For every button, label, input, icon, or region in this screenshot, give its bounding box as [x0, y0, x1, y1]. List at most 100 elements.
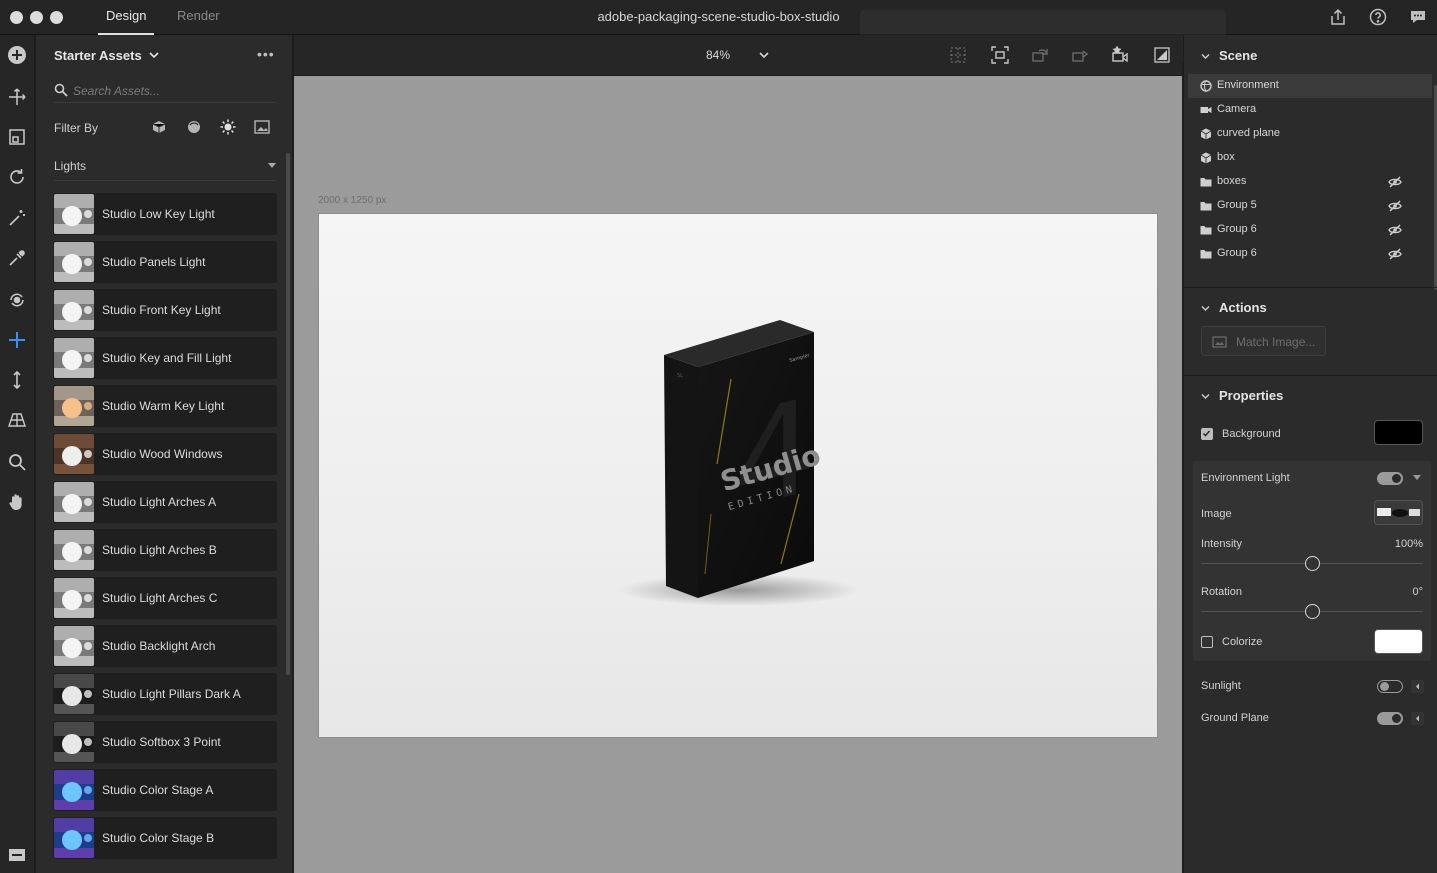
- asset-item[interactable]: Studio Light Arches C: [53, 577, 277, 619]
- assets-library-dropdown[interactable]: Starter Assets: [54, 48, 159, 63]
- image-icon: [1212, 336, 1227, 348]
- asset-item[interactable]: Studio Panels Light: [53, 241, 277, 283]
- visibility-hidden-icon[interactable]: [1388, 248, 1402, 260]
- asset-item[interactable]: Studio Color Stage B: [53, 817, 277, 859]
- asset-label: Studio Wood Windows: [102, 447, 223, 461]
- redo-camera-icon[interactable]: [1071, 46, 1089, 64]
- more-options-button[interactable]: •••: [257, 46, 275, 62]
- hand-icon[interactable]: [6, 491, 28, 513]
- asset-list: Studio Low Key Light Studio Panels Light S…: [53, 193, 277, 873]
- frame-icon[interactable]: [6, 126, 28, 148]
- match-image-button[interactable]: Match Image...: [1201, 326, 1326, 356]
- asset-thumbnail: [54, 770, 94, 810]
- asset-thumbnail: [54, 578, 94, 618]
- visibility-hidden-icon[interactable]: [1388, 176, 1402, 188]
- search-icon: [54, 83, 68, 97]
- share-icon[interactable]: [1329, 8, 1347, 26]
- asset-item[interactable]: Studio Warm Key Light: [53, 385, 277, 427]
- ground-plane-toggle[interactable]: [1377, 712, 1403, 725]
- visibility-hidden-icon[interactable]: [1388, 200, 1402, 212]
- undo-camera-icon[interactable]: [1031, 46, 1049, 64]
- models-filter-icon[interactable]: [151, 119, 167, 135]
- background-color-swatch[interactable]: [1374, 420, 1423, 445]
- asset-item[interactable]: Studio Softbox 3 Point: [53, 721, 277, 763]
- asset-thumbnail: [54, 338, 94, 378]
- crosshair-move-icon[interactable]: [6, 329, 28, 351]
- search-input[interactable]: [73, 82, 273, 100]
- rotate-icon[interactable]: [6, 166, 28, 188]
- assets-scrollbar[interactable]: [286, 153, 290, 675]
- asset-thumbnail: [54, 722, 94, 762]
- zoom-dropdown[interactable]: 84%: [692, 43, 786, 67]
- ground-plane-expand-button[interactable]: [1411, 712, 1424, 725]
- artboard[interactable]: 4 Studio EDITION Sampler SL: [318, 213, 1158, 738]
- scene-layer-row[interactable]: Environment: [1188, 74, 1432, 98]
- perspective-icon[interactable]: [6, 409, 28, 431]
- asset-item[interactable]: Studio Wood Windows: [53, 433, 277, 475]
- zoom-icon[interactable]: [6, 451, 28, 473]
- orbit-icon[interactable]: [6, 289, 28, 311]
- environment-light-label: Environment Light: [1201, 472, 1290, 484]
- zoom-value: 84%: [706, 48, 731, 62]
- box-model[interactable]: 4 Studio EDITION Sampler SL: [319, 214, 1158, 738]
- asset-thumbnail: [54, 674, 94, 714]
- model-icon: [1200, 128, 1212, 140]
- scene-layer-row[interactable]: Camera: [1188, 98, 1432, 122]
- scene-layer-label: curved plane: [1217, 127, 1280, 139]
- help-icon[interactable]: [1369, 8, 1387, 26]
- asset-label: Studio Light Arches C: [102, 591, 218, 605]
- background-checkbox[interactable]: [1201, 428, 1213, 440]
- environment-image-thumbnail[interactable]: [1374, 500, 1423, 525]
- scene-layer-label: Group 6: [1217, 223, 1257, 235]
- intensity-slider-handle[interactable]: [1304, 556, 1320, 571]
- category-label: Lights: [54, 159, 87, 173]
- scene-layer-row[interactable]: Group 5: [1188, 194, 1432, 218]
- sunlight-toggle[interactable]: [1377, 680, 1403, 693]
- vertical-move-icon[interactable]: [6, 369, 28, 391]
- asset-item[interactable]: Studio Backlight Arch: [53, 625, 277, 667]
- rotation-label: Rotation: [1201, 586, 1242, 598]
- scene-layer-row[interactable]: boxes: [1188, 170, 1432, 194]
- materials-filter-icon[interactable]: [186, 119, 202, 135]
- snap-grid-icon[interactable]: [949, 46, 967, 64]
- scene-layer-row[interactable]: box: [1188, 146, 1432, 170]
- asset-item[interactable]: Studio Light Pillars Dark A: [53, 673, 277, 715]
- environment-light-toggle[interactable]: [1377, 472, 1403, 485]
- sunlight-expand-button[interactable]: [1411, 680, 1424, 693]
- asset-item[interactable]: Studio Light Arches A: [53, 481, 277, 523]
- tool-rail: [0, 35, 35, 873]
- feedback-icon[interactable]: [1409, 8, 1427, 26]
- asset-thumbnail: [54, 530, 94, 570]
- colorize-checkbox[interactable]: [1201, 636, 1213, 648]
- lights-filter-icon[interactable]: [220, 119, 236, 135]
- camera-frame-icon[interactable]: [991, 46, 1009, 64]
- category-dropdown[interactable]: Lights: [54, 151, 276, 181]
- eyedropper-icon[interactable]: [6, 247, 28, 269]
- images-filter-icon[interactable]: [254, 119, 270, 135]
- colorize-color-swatch[interactable]: [1374, 629, 1423, 654]
- scene-layer-row[interactable]: Group 6: [1188, 218, 1432, 242]
- asset-label: Studio Color Stage B: [102, 831, 215, 845]
- rotation-slider-handle[interactable]: [1304, 604, 1320, 619]
- image-label: Image: [1201, 508, 1232, 520]
- add-icon[interactable]: [6, 44, 28, 66]
- sunlight-label: Sunlight: [1201, 680, 1241, 692]
- asset-item[interactable]: Studio Light Arches B: [53, 529, 277, 571]
- chevron-down-icon[interactable]: [1413, 475, 1421, 481]
- magic-wand-icon[interactable]: [6, 207, 28, 229]
- bookmark-camera-icon[interactable]: [1111, 46, 1129, 64]
- asset-item[interactable]: Studio Key and Fill Light: [53, 337, 277, 379]
- scene-layer-row[interactable]: curved plane: [1188, 122, 1432, 146]
- visibility-hidden-icon[interactable]: [1388, 224, 1402, 236]
- move-icon[interactable]: [6, 86, 28, 108]
- asset-item[interactable]: Studio Front Key Light: [53, 289, 277, 331]
- chevron-down-icon: [759, 52, 769, 59]
- scene-layer-row[interactable]: Group 6: [1188, 242, 1432, 266]
- render-preview-icon[interactable]: [1153, 46, 1171, 64]
- intensity-value[interactable]: 100%: [1353, 538, 1423, 550]
- environment-light-group: Environment Light Image Intensity 100% R…: [1193, 461, 1431, 661]
- asset-item[interactable]: Studio Low Key Light: [53, 193, 277, 235]
- panel-toggle-icon[interactable]: [6, 844, 28, 866]
- rotation-value[interactable]: 0°: [1353, 586, 1423, 598]
- asset-item[interactable]: Studio Color Stage A: [53, 769, 277, 811]
